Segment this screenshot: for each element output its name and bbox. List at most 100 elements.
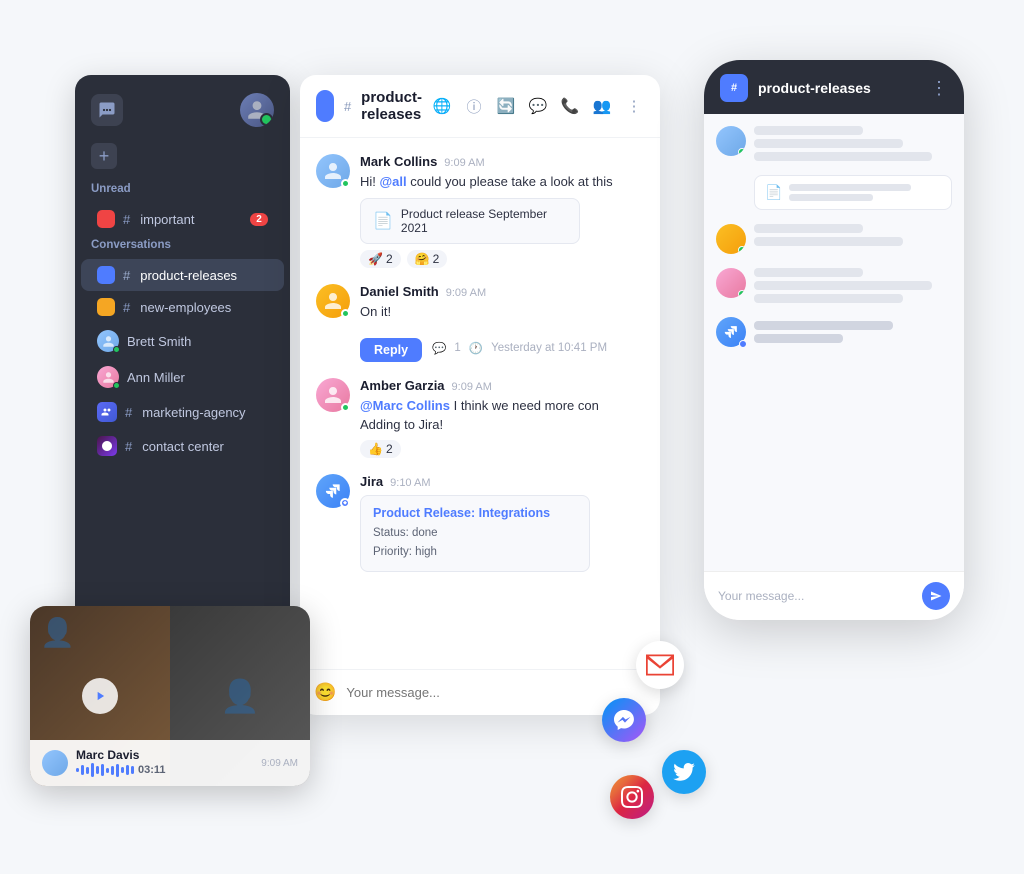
mobile-topbar: # product-releases ⋮ — [704, 60, 964, 114]
jira-card: Product Release: Integrations Status: do… — [360, 495, 590, 572]
message-row: Daniel Smith 9:09 AM On it! Reply 💬 1 🕐 … — [316, 284, 644, 362]
refresh-icon[interactable]: 🔄 — [496, 96, 516, 116]
jira-priority: Priority: high — [373, 543, 577, 561]
text-line — [754, 321, 893, 330]
members-icon[interactable]: 👥 — [592, 96, 612, 116]
chat-icon[interactable]: 💬 — [528, 96, 548, 116]
sidebar-item-new-employees[interactable]: # new-employees — [81, 291, 284, 323]
video-person-2: 👤 — [220, 677, 260, 715]
msg-time: 9:09 AM — [444, 157, 484, 169]
sidebar-item-contact-center[interactable]: # contact center — [81, 429, 284, 463]
reply-button[interactable]: Reply — [360, 338, 422, 362]
mobile-msg-lines — [754, 268, 952, 303]
doc-icon: 📄 — [765, 184, 782, 201]
teams-icon — [97, 402, 117, 422]
online-indicator — [113, 382, 120, 389]
important-icon — [97, 210, 115, 228]
jira-link[interactable]: Product Release: Integrations — [373, 506, 577, 520]
audio-waveform — [76, 762, 134, 778]
message-row: Jira 9:10 AM Product Release: Integratio… — [316, 474, 644, 572]
mobile-message-input[interactable]: Your message... — [718, 589, 914, 603]
mobile-channel-title: product-releases — [758, 80, 920, 96]
slack-icon — [97, 436, 117, 456]
contact-avatar — [97, 366, 119, 388]
text-line — [754, 281, 932, 290]
msg-avatar — [316, 154, 350, 188]
gmail-icon[interactable] — [636, 641, 684, 689]
msg-avatar — [316, 284, 350, 318]
reaction-chip[interactable]: 🚀 2 — [360, 250, 401, 268]
video-info-bar: Marc Davis — [30, 740, 310, 786]
add-channel-button[interactable]: + — [91, 143, 117, 169]
call-time: 9:09 AM — [261, 758, 298, 769]
mobile-message-row — [716, 126, 952, 161]
reaction-chip[interactable]: 👍 2 — [360, 440, 401, 458]
msg-content: Daniel Smith 9:09 AM On it! Reply 💬 1 🕐 … — [360, 284, 644, 362]
online-indicator — [738, 290, 746, 298]
sidebar-item-label: product-releases — [140, 268, 237, 283]
emoji-button[interactable]: 😊 — [314, 682, 336, 703]
online-indicator — [341, 309, 350, 318]
play-button[interactable] — [82, 678, 118, 714]
channel-icon — [97, 266, 115, 284]
reactions: 👍 2 — [360, 440, 644, 458]
msg-author: Daniel Smith — [360, 284, 439, 299]
reaction-count: 2 — [386, 252, 393, 266]
sidebar-item-label: important — [140, 212, 242, 227]
attachment-name: Product release September 2021 — [401, 207, 567, 235]
reply-time: Yesterday at 10:41 PM — [491, 342, 607, 354]
msg-avatar — [316, 378, 350, 412]
sidebar-item-brett-smith[interactable]: Brett Smith — [81, 323, 284, 359]
sidebar-item-label: new-employees — [140, 300, 231, 315]
reply-count: 1 — [454, 342, 460, 354]
reply-meta: 💬 1 🕐 Yesterday at 10:41 PM — [432, 341, 607, 355]
sidebar-item-label: marketing-agency — [142, 405, 245, 420]
reaction-chip[interactable]: 🤗 2 — [407, 250, 448, 268]
mobile-doc-card: 📄 — [754, 175, 952, 210]
mobile-avatar — [716, 224, 746, 254]
sidebar-item-product-releases[interactable]: # product-releases — [81, 259, 284, 291]
mobile-jira-avatar — [716, 317, 746, 347]
twitter-icon[interactable] — [662, 750, 706, 794]
user-avatar[interactable] — [240, 93, 274, 127]
channel-icon — [97, 298, 115, 316]
attachment-card[interactable]: 📄 Product release September 2021 — [360, 198, 580, 244]
chat-title: product-releases — [361, 89, 422, 123]
reaction-count: 2 — [433, 252, 440, 266]
phone-icon[interactable]: 📞 — [560, 96, 580, 116]
channel-color-icon — [316, 90, 334, 122]
mobile-msg-lines — [754, 126, 952, 161]
sidebar-item-label: Brett Smith — [127, 334, 191, 349]
sidebar-item-marketing-agency[interactable]: # marketing-agency — [81, 395, 284, 429]
text-line — [754, 152, 932, 161]
contact-avatar — [97, 330, 119, 352]
sidebar-item-ann-miller[interactable]: Ann Miller — [81, 359, 284, 395]
mobile-jira-row — [716, 317, 952, 347]
scene: + Unread # important 2 Conversations # p… — [0, 0, 1024, 874]
sidebar-item-important[interactable]: # important 2 — [81, 203, 284, 235]
info-icon[interactable]: ⓘ — [464, 96, 484, 116]
message-row: Amber Garzia 9:09 AM @Marc Collins I thi… — [316, 378, 644, 459]
messenger-icon[interactable] — [602, 698, 646, 742]
caller-name: Marc Davis — [76, 748, 253, 762]
video-info-text: Marc Davis — [76, 748, 253, 778]
more-icon[interactable]: ⋮ — [624, 96, 644, 116]
msg-time: 9:09 AM — [452, 381, 492, 393]
text-line — [754, 294, 903, 303]
msg-text: @Marc Collins I think we need more conAd… — [360, 397, 644, 435]
msg-content: Jira 9:10 AM Product Release: Integratio… — [360, 474, 644, 572]
mobile-more-button[interactable]: ⋮ — [930, 78, 948, 99]
mention: @Marc Collins — [360, 398, 450, 413]
mobile-msg-lines — [754, 224, 952, 246]
message-input[interactable] — [346, 685, 646, 700]
globe-icon[interactable]: 🌐 — [432, 96, 452, 116]
unread-badge: 2 — [250, 213, 268, 226]
text-line — [754, 334, 843, 343]
sidebar-item-label: contact center — [142, 439, 224, 454]
msg-content: Amber Garzia 9:09 AM @Marc Collins I thi… — [360, 378, 644, 459]
instagram-icon[interactable] — [610, 775, 654, 819]
mobile-channel-icon: # — [720, 74, 748, 102]
mention: @all — [380, 174, 407, 189]
online-indicator — [113, 346, 120, 353]
mobile-send-button[interactable] — [922, 582, 950, 610]
